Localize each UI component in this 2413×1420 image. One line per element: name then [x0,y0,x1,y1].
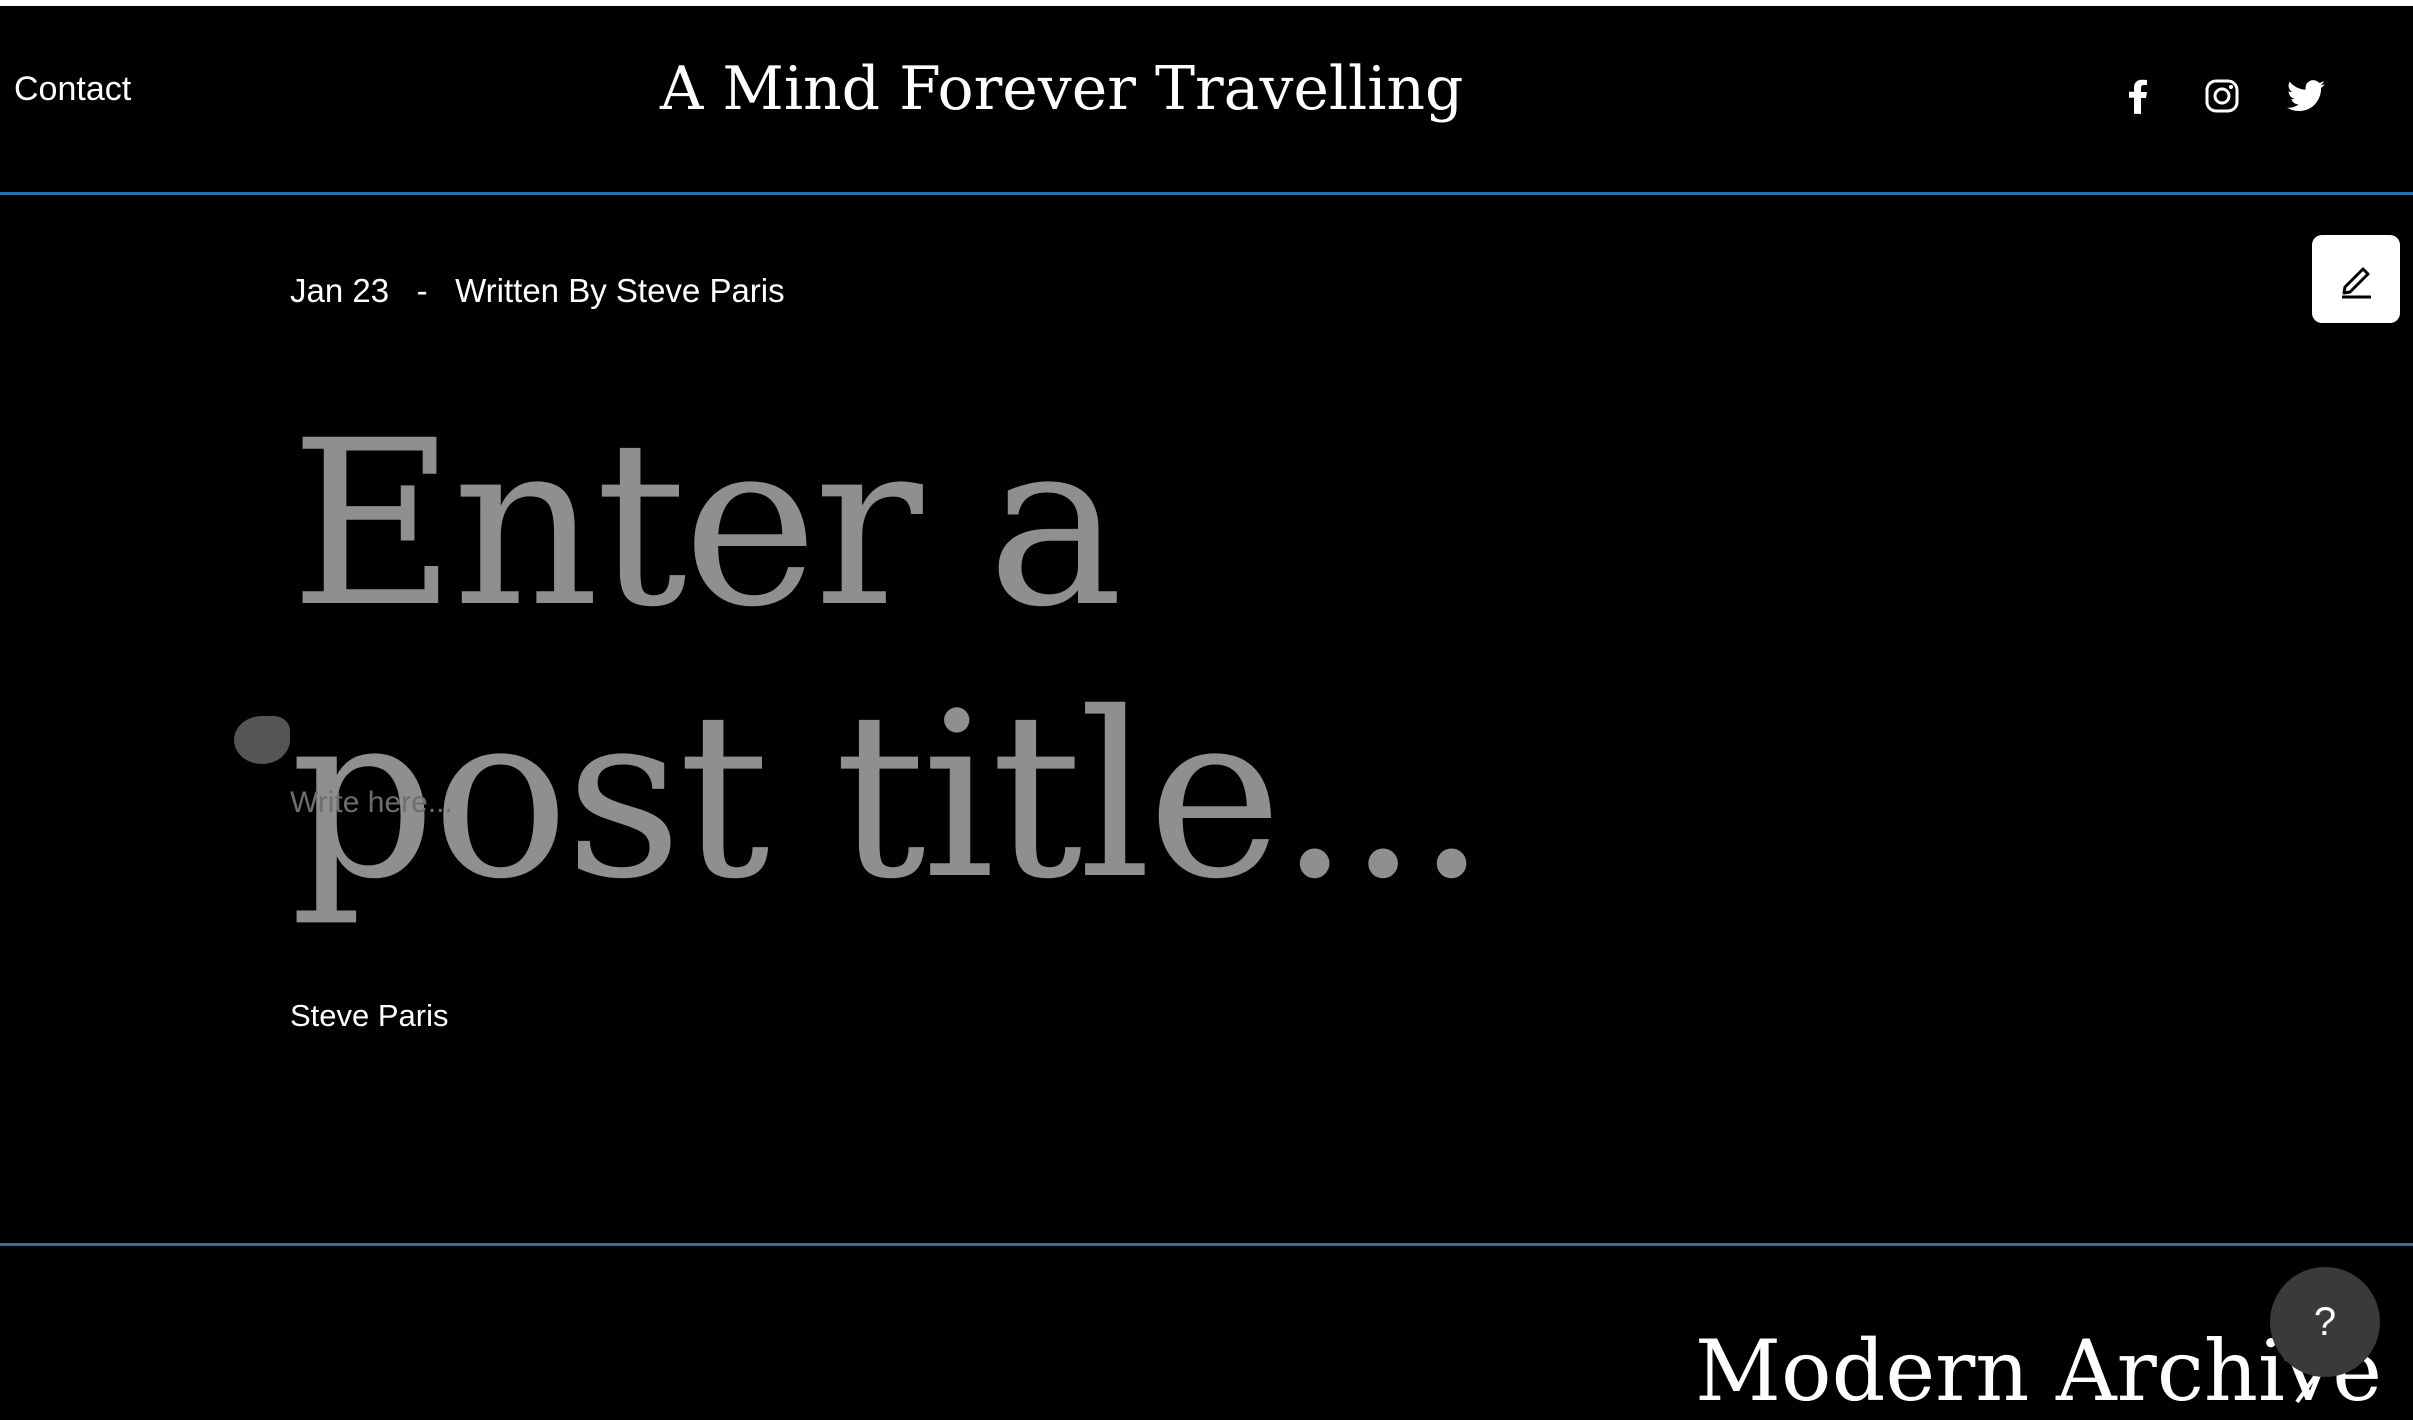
post-meta: Jan 23 - Written By Steve Paris [290,272,785,310]
help-button[interactable]: ? [2270,1267,2380,1377]
site-header: Contact A Mind Forever Travelling [0,6,2413,192]
site-title[interactable]: A Mind Forever Travelling [660,54,1463,124]
post-author: Steve Paris [290,998,449,1033]
post-title-input[interactable]: Enter a post title... [290,388,1490,932]
twitter-icon[interactable] [2284,74,2328,118]
contact-link[interactable]: Contact [14,70,131,109]
footer-divider [0,1243,2413,1246]
drag-handle[interactable] [234,716,290,764]
facebook-icon[interactable] [2116,74,2160,118]
header-divider [0,192,2413,195]
post-body-input[interactable]: Write here... [290,786,453,820]
meta-separator: - [416,272,428,309]
instagram-icon[interactable] [2200,74,2244,118]
post-date: Jan 23 [290,272,390,309]
post-byline: Written By Steve Paris [455,272,785,309]
edit-button[interactable] [2312,235,2400,323]
pencil-icon [2342,267,2371,299]
